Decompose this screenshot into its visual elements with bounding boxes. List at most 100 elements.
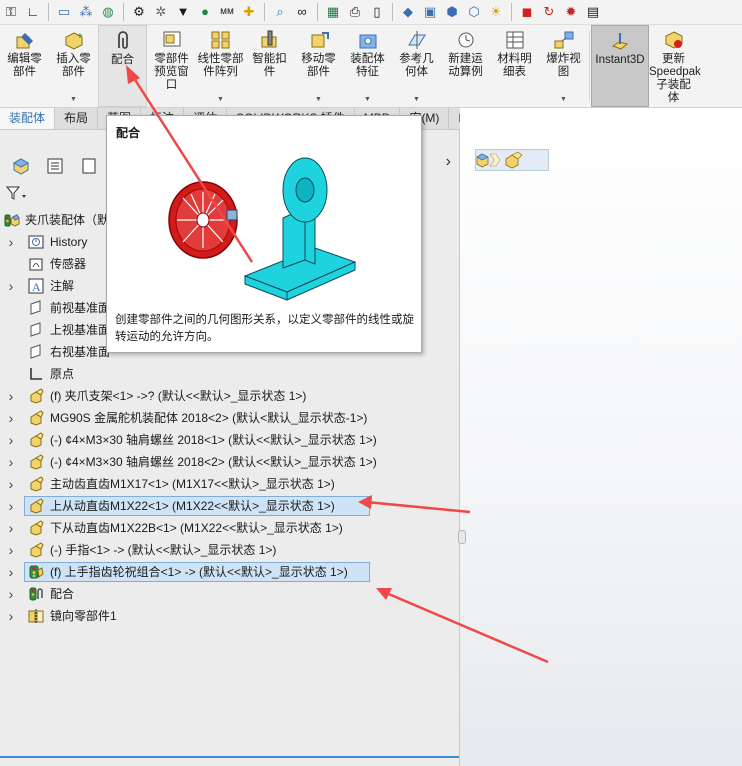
tree-item-label: 配合 [50,587,75,601]
magnifier-icon[interactable]: ⌕ [271,3,289,21]
rotate-icon[interactable]: ↻ [540,3,558,21]
dropdown-arrow-icon[interactable]: ▼ [539,96,588,103]
dropdown-arrow-icon[interactable]: ▼ [196,96,245,103]
dropdown-arrow-icon[interactable]: ▼ [294,96,343,103]
panel-expand-arrow-icon[interactable]: › [446,153,451,171]
printer-icon[interactable]: ⎙ [346,3,364,21]
tree-item[interactable]: › 主动齿直齿M1X17<1> (M1X17<<默认>_显示状态 1>) [0,473,459,495]
signal-icon[interactable]: ᴍᴍ [218,3,236,21]
ribbon-button-label: 零部件 预览窗 口 [154,53,189,91]
update-speedpak-button[interactable]: 更新 Speedpak 子装配 体 [649,25,701,107]
ribbon-button-label: 线性零部 件阵列 [197,53,244,78]
assembly-breadcrumb-icon[interactable] [476,151,502,169]
expand-arrow-icon[interactable]: › [6,385,16,407]
network-icon[interactable]: ⁂ [77,3,95,21]
tree-item[interactable]: › MG90S 金属舵机装配体 2018<2> (默认<默认_显示状态-1>) [0,407,459,429]
sketch-angle-icon[interactable]: ∟ [24,3,42,21]
tree-item[interactable]: › (-) ¢4×M3×30 轴肩螺丝 2018<1> (默认<<默认>_显示状态… [0,429,459,451]
expand-arrow-icon[interactable]: › [6,429,16,451]
part-icon [28,388,44,404]
mate-icon [112,30,134,52]
component-preview-window-button[interactable]: 零部件 预览窗 口 [147,25,196,107]
grid-icon[interactable]: ▤ [584,3,602,21]
lightbulb-icon[interactable]: ☀ [487,3,505,21]
tree-item-label: (-) ¢4×M3×30 轴肩螺丝 2018<1> (默认<<默认>_显示状态 … [50,433,377,447]
panel-splitter-handle[interactable] [458,530,466,544]
expand-arrow-icon[interactable]: › [6,231,16,253]
expand-arrow-icon[interactable]: › [6,583,16,605]
settings-gear-icon[interactable]: ✲ [152,3,170,21]
ribbon-button-label: Instant3D [595,54,645,66]
edit-component-button[interactable]: 编辑零 部件 [0,25,49,107]
excel-icon[interactable]: ▦ [324,3,342,21]
component-preview-icon [161,29,183,51]
red-gear-icon[interactable]: ✹ [562,3,580,21]
assembly-icon [28,564,44,580]
expand-arrow-icon[interactable]: › [6,517,16,539]
tree-item[interactable]: › 上从动直齿M1X22<1> (M1X22<<默认>_显示状态 1>) [0,495,459,517]
expand-arrow-icon[interactable]: › [6,605,16,627]
dropdown-arrow-icon[interactable]: ▼ [343,96,392,103]
ribbon-button-label: 移动零 部件 [301,53,336,78]
tree-item[interactable]: › (-) ¢4×M3×30 轴肩螺丝 2018<2> (默认<<默认>_显示状态… [0,451,459,473]
new-motion-study-button[interactable]: 新建运 动算例 [441,25,490,107]
tree-item[interactable]: › 下从动直齿M1X22B<1> (M1X22<<默认>_显示状态 1>) [0,517,459,539]
new-document-icon[interactable]: ▯ [368,3,386,21]
command-manager-ribbon: 编辑零 部件 + 插入零 部件 ▼ 配合 零部件 预览窗 口线性零部 件阵列 ▼ 智能扣 件移… [0,25,742,108]
reference-geometry-button[interactable]: 参考几 何体 ▼ [392,25,441,107]
assembly-parts-icon[interactable]: ⬡ [465,3,483,21]
property-manager-tab-icon[interactable] [42,155,68,177]
expand-arrow-icon[interactable]: › [6,407,16,429]
expand-arrow-icon[interactable]: › [6,451,16,473]
globe-icon[interactable]: ◍ [99,3,117,21]
tab-1[interactable]: 布局 [55,108,99,129]
linear-component-pattern-button[interactable]: 线性零部 件阵列 ▼ [196,25,245,107]
feature-tree-tab-icon[interactable] [8,155,34,177]
expand-arrow-icon[interactable]: › [6,561,16,583]
cad-icon[interactable]: ▣ [421,3,439,21]
sensor-icon [28,256,44,272]
part-breadcrumb-icon[interactable] [502,151,528,169]
location-pin-icon[interactable]: ● [196,3,214,21]
configuration-tab-icon[interactable] [76,155,102,177]
smart-fasteners-button[interactable]: 智能扣 件 [245,25,294,107]
expand-arrow-icon[interactable]: › [6,495,16,517]
tree-item-label: 上视基准面 [50,323,111,337]
tree-item[interactable]: › (-) 手指<1> -> (默认<<默认>_显示状态 1>) [0,539,459,561]
gear-icon[interactable]: ⚙ [130,3,148,21]
graphics-viewport[interactable] [460,108,742,766]
parts-icon[interactable]: ⬢ [443,3,461,21]
mates-icon [28,586,44,602]
move-component-button[interactable]: 移动零 部件 ▼ [294,25,343,107]
key-icon[interactable]: ⚿ [2,3,20,21]
toolbar-divider [392,3,393,21]
funnel-icon[interactable]: ▼ [174,3,192,21]
ribbon-button-label: 参考几 何体 [399,53,434,78]
expand-arrow-icon[interactable]: › [6,473,16,495]
red-cube-icon[interactable]: ◼ [518,3,536,21]
exploded-view-button[interactable]: 爆炸视 图 ▼ [539,25,588,107]
expand-arrow-icon[interactable]: › [6,539,16,561]
tree-item[interactable]: › (f) 上手指齿轮祝组合<1> -> (默认<<默认>_显示状态 1>) [0,561,459,583]
expand-arrow-icon[interactable]: › [6,275,16,297]
breadcrumb[interactable] [475,149,549,171]
insert-component-button[interactable]: + 插入零 部件 ▼ [49,25,98,107]
bill-of-materials-button[interactable]: 材料明 细表 [490,25,539,107]
dropdown-arrow-icon[interactable]: ▼ [49,96,98,103]
tree-item[interactable]: › 配合 [0,583,459,605]
instant3d-button[interactable]: Instant3D [591,25,649,107]
binoculars-icon[interactable]: ∞ [293,3,311,21]
plus-yellow-icon[interactable]: ✚ [240,3,258,21]
filter-funnel-icon[interactable] [6,185,28,201]
tree-filter[interactable] [6,184,28,202]
tree-item[interactable]: › (f) 夹爪支架<1> ->? (默认<<默认>_显示状态 1>) [0,385,459,407]
tree-item[interactable]: › 镜向零部件1 [0,605,459,627]
dropdown-arrow-icon[interactable]: ▼ [392,96,441,103]
tree-item[interactable]: 原点 [0,363,459,385]
cube-icon[interactable]: ◆ [399,3,417,21]
mate-button[interactable]: 配合 [98,25,147,107]
monitor-icon[interactable]: ▭ [55,3,73,21]
assembly-features-button[interactable]: 装配体 特征 ▼ [343,25,392,107]
tab-0[interactable]: 装配体 [0,108,56,129]
tree-rollback-bar[interactable] [0,756,459,758]
